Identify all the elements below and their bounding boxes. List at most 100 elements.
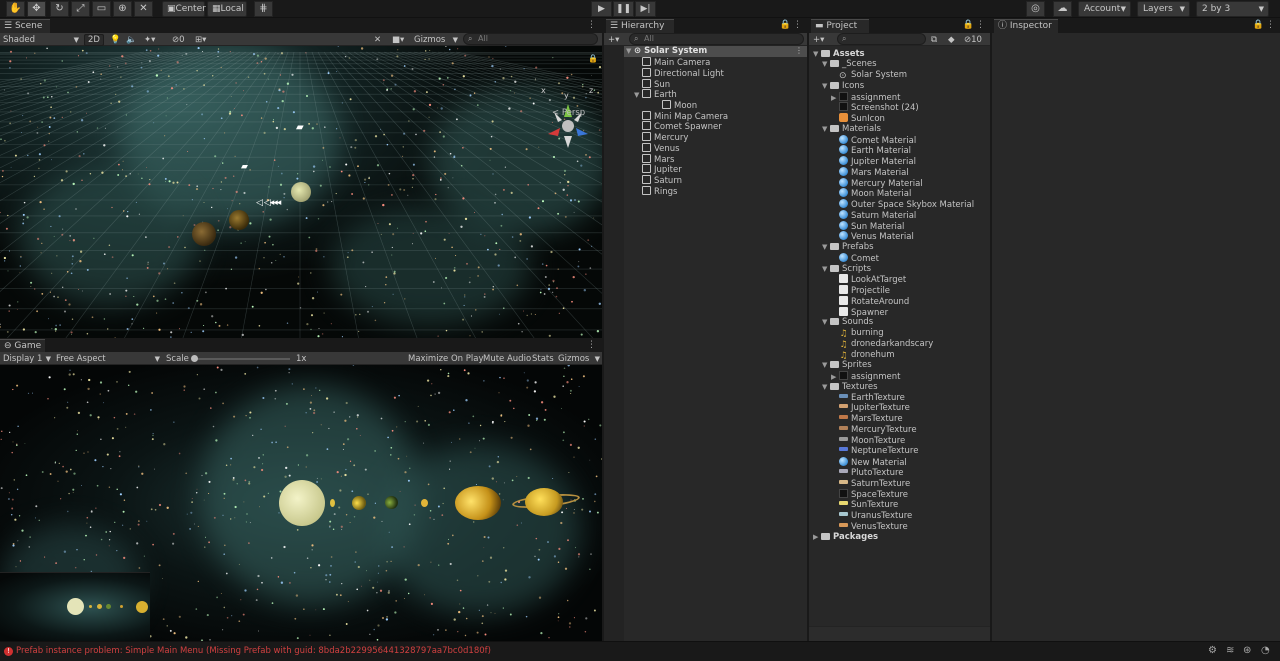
hierarchy-search-input[interactable]: ⌕ All: [629, 33, 804, 45]
game-gizmos-dropdown[interactable]: Gizmos ▼: [558, 353, 600, 365]
chevron-down-icon[interactable]: ▼: [822, 81, 830, 92]
project-asset[interactable]: Venus Material: [831, 231, 914, 242]
project-asset[interactable]: Mercury Material: [831, 177, 923, 189]
debug-icon[interactable]: ⚙: [1208, 645, 1217, 656]
chevron-down-icon[interactable]: ▼: [822, 242, 830, 253]
layers-status-icon[interactable]: ≋: [1226, 645, 1234, 656]
project-asset[interactable]: Spawner: [831, 306, 888, 318]
hierarchy-item[interactable]: Main Camera: [634, 57, 710, 68]
hierarchy-item[interactable]: Saturn: [634, 174, 682, 186]
lock-icon[interactable]: 🔒: [963, 20, 974, 30]
inspector-menu-icon[interactable]: ⋮: [1266, 20, 1275, 30]
light-gizmo-icon[interactable]: ▰: [241, 162, 248, 172]
hidden-packages-toggle[interactable]: ⊘10: [964, 34, 982, 46]
pause-button[interactable]: ❚❚: [613, 1, 634, 17]
lighting-icon[interactable]: 💡: [110, 34, 121, 46]
project-asset[interactable]: Sun Material: [831, 220, 904, 232]
project-asset[interactable]: MarsTexture: [831, 414, 903, 425]
hierarchy-item[interactable]: Jupiter: [634, 164, 682, 175]
maximize-on-play-toggle[interactable]: Maximize On Play: [408, 353, 483, 365]
account-dropdown[interactable]: Account ▼: [1078, 1, 1131, 17]
project-search-input[interactable]: ⌕: [837, 33, 926, 45]
tab-game[interactable]: ⊖ Game: [0, 339, 45, 353]
mute-audio-toggle[interactable]: Mute Audio: [483, 353, 531, 365]
scene-search-input[interactable]: ⌕ All: [463, 33, 598, 45]
game-viewport[interactable]: [0, 365, 602, 641]
project-asset[interactable]: MoonTexture: [831, 436, 905, 447]
tab-hierarchy[interactable]: ☰ Hierarchy: [606, 19, 674, 33]
project-asset[interactable]: ⊙ Solar System: [831, 70, 907, 81]
scale-slider-thumb[interactable]: [191, 355, 198, 362]
chevron-down-icon[interactable]: ▼: [822, 317, 830, 328]
hierarchy-item[interactable]: Rings: [634, 185, 677, 197]
project-asset[interactable]: ▶ assignment: [831, 91, 900, 103]
cloud-icon[interactable]: ☁: [1053, 1, 1072, 17]
game-menu-icon[interactable]: ⋮: [587, 340, 596, 350]
create-button[interactable]: +▾: [608, 34, 619, 46]
project-folder[interactable]: ▼ Textures: [822, 382, 878, 393]
project-folder[interactable]: ▼ Prefabs: [822, 242, 874, 253]
tab-project[interactable]: ▬ Project: [811, 19, 869, 33]
sun[interactable]: [291, 182, 311, 202]
project-asset[interactable]: Comet Material: [831, 134, 916, 146]
project-asset[interactable]: ♫ dronehum: [831, 350, 894, 361]
project-asset[interactable]: EarthTexture: [831, 393, 905, 404]
grid-snap-icon[interactable]: ⋕: [254, 1, 273, 17]
project-asset[interactable]: SpaceTexture: [831, 489, 908, 500]
project-asset[interactable]: Comet: [831, 252, 879, 264]
hierarchy-item[interactable]: Sun: [634, 78, 670, 90]
project-asset[interactable]: ▶ assignment: [831, 371, 900, 382]
progress-icon[interactable]: ◔: [1261, 645, 1270, 656]
grid-icon[interactable]: ⊞▾: [195, 34, 206, 46]
layers-dropdown[interactable]: Layers ▼: [1137, 1, 1190, 17]
project-asset[interactable]: Jupiter Material: [831, 156, 916, 167]
project-folder[interactable]: ▼ Materials: [822, 124, 881, 135]
scene-menu-icon[interactable]: ⋮: [587, 20, 596, 30]
hierarchy-item[interactable]: Venus: [634, 142, 680, 154]
scene-gizmos-dropdown[interactable]: Gizmos ▼: [414, 34, 458, 46]
layout-dropdown[interactable]: 2 by 3 ▼: [1196, 1, 1269, 17]
scale-slider[interactable]: [192, 358, 290, 360]
planet[interactable]: [192, 222, 216, 246]
chevron-down-icon[interactable]: ▼: [822, 59, 830, 70]
chevron-down-icon[interactable]: ▼: [822, 360, 830, 371]
hierarchy-item[interactable]: Moon: [654, 100, 697, 111]
project-asset[interactable]: SaturnTexture: [831, 479, 910, 490]
lock-icon[interactable]: 🔒: [588, 54, 598, 63]
project-asset[interactable]: ♫ dronedarkandscary: [831, 339, 933, 350]
project-asset[interactable]: LookAtTarget: [831, 274, 906, 285]
project-asset[interactable]: VenusTexture: [831, 522, 908, 533]
hierarchy-item[interactable]: Comet Spawner: [634, 121, 722, 132]
scene-viewport[interactable]: ◁ ◁◂◂◂ ▰ ▰ y x z < Persp 🔒: [0, 46, 602, 338]
project-folder[interactable]: ▼ Sprites: [822, 360, 872, 371]
project-folder[interactable]: ▼ Scripts: [822, 264, 871, 275]
shading-dropdown[interactable]: Shaded ▼: [3, 34, 79, 46]
hierarchy-menu-icon[interactable]: ⋮: [793, 20, 802, 30]
hierarchy-item[interactable]: Mars: [634, 153, 674, 165]
hierarchy-item[interactable]: ▼ Earth: [634, 89, 677, 100]
planet[interactable]: [229, 210, 249, 230]
lock-icon[interactable]: 🔒: [1253, 20, 1264, 30]
aspect-dropdown[interactable]: Free Aspect ▼: [56, 353, 160, 365]
2d-toggle[interactable]: 2D: [84, 34, 104, 46]
tools-icon[interactable]: ✕: [374, 34, 381, 46]
scene-menu-icon[interactable]: ⋮: [795, 46, 803, 55]
stats-toggle[interactable]: Stats: [532, 353, 554, 365]
project-asset[interactable]: SunIcon: [831, 113, 885, 124]
project-asset[interactable]: JupiterTexture: [831, 403, 910, 414]
project-folder[interactable]: ▼ _Scenes: [822, 59, 877, 70]
project-asset[interactable]: Earth Material: [831, 145, 911, 156]
project-menu-icon[interactable]: ⋮: [976, 20, 985, 30]
collab-icon[interactable]: ◎: [1026, 1, 1045, 17]
pivot-toggle[interactable]: ▣Center: [162, 1, 206, 17]
chevron-down-icon[interactable]: ▼: [822, 382, 830, 393]
project-asset[interactable]: Screenshot (24): [831, 102, 919, 113]
tab-inspector[interactable]: ⓘ Inspector: [994, 19, 1058, 33]
chevron-down-icon[interactable]: ▼: [822, 264, 830, 275]
project-folder[interactable]: ▶ Packages: [813, 532, 878, 543]
project-asset[interactable]: MercuryTexture: [831, 425, 917, 436]
project-asset[interactable]: SunTexture: [831, 500, 898, 511]
scale-tool-icon[interactable]: ⤢: [71, 1, 90, 17]
project-asset[interactable]: Saturn Material: [831, 209, 916, 221]
chevron-right-icon[interactable]: ▶: [813, 532, 821, 543]
